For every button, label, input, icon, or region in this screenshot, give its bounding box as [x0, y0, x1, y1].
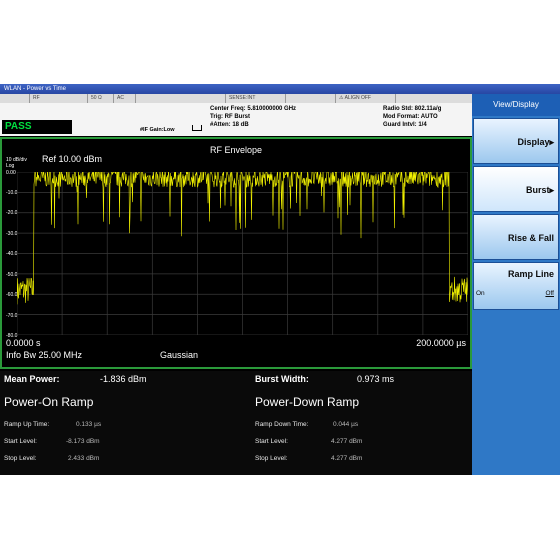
ramp-up-value: 0.133 µs: [76, 421, 102, 428]
status-cell: [136, 94, 226, 103]
power-down-stop-label: Stop Level:: [255, 455, 288, 462]
y-tick: -10.0: [6, 190, 18, 196]
trig-text: Trig: RF Burst: [210, 114, 250, 120]
y-tick: 0.00: [6, 170, 16, 176]
ramp-up-label: Ramp Up Time:: [4, 421, 50, 428]
window-title: WLAN - Power vs Time: [4, 86, 67, 92]
center-freq-info: Center Freq: 5.810000000 GHz Trig: RF Bu…: [210, 105, 296, 129]
x-axis-stop: 200.0000 µs: [416, 338, 466, 348]
trace-graticule: [17, 172, 468, 335]
burst-softkey[interactable]: Burst▸: [473, 166, 559, 212]
rf-envelope-plot[interactable]: RF Envelope 10 dB/div Log Ref 10.00 dBm …: [0, 137, 472, 369]
softkey-panel: View/Display Display▸ Burst▸ Rise & Fall…: [472, 94, 560, 475]
if-gain-label: #IF Gain:Low: [140, 127, 175, 133]
ramp-line-label: Ramp Line: [507, 269, 554, 279]
filter-type: Gaussian: [160, 350, 199, 360]
burst-width-label: Burst Width:: [255, 374, 309, 384]
analyzer-screen: WLAN - Power vs Time RF 50 Ω AC SENSE:IN…: [0, 84, 560, 475]
ramp-line-softkey[interactable]: Ramp Line On Off: [473, 262, 559, 310]
power-on-start-label: Start Level:: [4, 438, 37, 445]
rise-fall-softkey[interactable]: Rise & Fall: [473, 214, 559, 260]
ramp-down-label: Ramp Down Time:: [255, 421, 309, 428]
power-down-start-value: 4.277 dBm: [331, 438, 363, 445]
ramp-line-on: On: [476, 290, 485, 297]
scale-type: Log: [6, 163, 15, 169]
power-on-start-value: -8.173 dBm: [66, 438, 100, 445]
window-title-bar: WLAN - Power vs Time: [0, 84, 560, 94]
y-tick: -50.0: [6, 272, 18, 278]
radio-std-text: Radio Std: 802.11a/g: [383, 106, 442, 112]
power-on-stop-label: Stop Level:: [4, 455, 37, 462]
mod-format-text: Mod Format: AUTO: [383, 114, 438, 120]
status-cell-impedance: 50 Ω: [88, 94, 114, 103]
guard-interval-text: Guard Intvl: 1/4: [383, 122, 427, 128]
mean-power-value: -1.836 dBm: [100, 374, 147, 384]
results-panel: Mean Power: -1.836 dBm Burst Width: 0.97…: [0, 371, 472, 475]
status-cell-rf: RF: [30, 94, 88, 103]
status-cell-coupling: AC: [114, 94, 136, 103]
softkey-menu-title: View/Display: [472, 94, 560, 116]
status-bar: RF 50 Ω AC SENSE:INT ⚠ ALIGN OFF: [0, 94, 472, 103]
y-tick: -70.0: [6, 313, 18, 319]
y-tick: -20.0: [6, 210, 18, 216]
x-axis-start: 0.0000 s: [6, 338, 41, 348]
graticule-lines: [17, 172, 468, 335]
status-cell: [0, 94, 30, 103]
settings-info-bar: PASS #IF Gain:Low Center Freq: 5.8100000…: [0, 103, 472, 136]
power-down-heading: Power-Down Ramp: [255, 395, 360, 409]
radio-std-info: Radio Std: 802.11a/g Mod Format: AUTO Gu…: [383, 105, 441, 129]
gain-hook-icon: [192, 125, 202, 131]
display-softkey[interactable]: Display▸: [473, 118, 559, 164]
atten-text: #Atten: 18 dB: [210, 122, 249, 128]
power-on-stop-value: 2.433 dBm: [68, 455, 100, 462]
y-tick: -40.0: [6, 251, 18, 257]
pass-indicator: PASS: [2, 120, 72, 134]
center-freq-text: Center Freq: 5.810000000 GHz: [210, 106, 297, 112]
status-cell: [286, 94, 336, 103]
power-on-heading: Power-On Ramp: [4, 395, 94, 409]
power-down-stop-value: 4.277 dBm: [331, 455, 363, 462]
burst-width-value: 0.973 ms: [357, 374, 395, 384]
y-tick: -60.0: [6, 292, 18, 298]
status-cell-align: ⚠ ALIGN OFF: [336, 94, 396, 103]
mean-power-label: Mean Power:: [4, 374, 60, 384]
info-bandwidth: Info Bw 25.00 MHz: [6, 350, 83, 360]
power-down-start-label: Start Level:: [255, 438, 288, 445]
ramp-line-off: Off: [545, 290, 554, 297]
scale-label: 10 dB/div Log: [6, 157, 27, 169]
reference-level: Ref 10.00 dBm: [42, 154, 103, 164]
y-tick: -30.0: [6, 231, 18, 237]
status-cell-sense: SENSE:INT: [226, 94, 286, 103]
ramp-down-value: 0.044 µs: [333, 421, 359, 428]
